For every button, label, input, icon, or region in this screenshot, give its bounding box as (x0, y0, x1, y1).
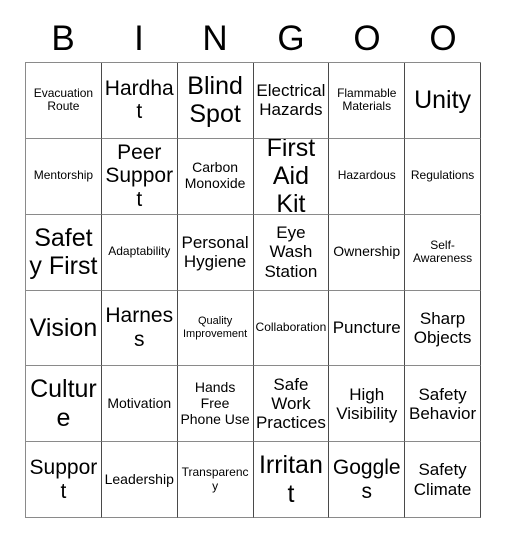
bingo-header-letter-3: G (277, 19, 305, 58)
bingo-cell-label: Quality Improvement (182, 315, 248, 340)
bingo-cell-label: Regulations (410, 168, 475, 183)
bingo-cell-label: Vision (29, 313, 98, 342)
bingo-cell-label: Carbon Monoxide (184, 159, 246, 192)
bingo-cell-r2-c2[interactable]: Personal Hygiene (177, 214, 254, 291)
bingo-cell-r3-c2[interactable]: Quality Improvement (177, 290, 254, 367)
bingo-cell-label: Unity (414, 86, 472, 115)
bingo-cell-label: Safe Work Practices (255, 374, 326, 433)
bingo-cell-r1-c3[interactable]: First Aid Kit (253, 138, 330, 215)
bingo-cell-r3-c0[interactable]: Vision (26, 290, 102, 367)
bingo-cell-label: Sharp Objects (413, 308, 472, 347)
bingo-header-row: BINGOO (25, 14, 481, 58)
bingo-cell-r1-c5[interactable]: Regulations (405, 138, 481, 215)
bingo-cell-label: Ownership (333, 243, 401, 260)
bingo-cell-label: Flammable Materials (337, 85, 397, 114)
bingo-cell-r0-c5[interactable]: Unity (405, 63, 481, 139)
bingo-cell-r5-c4[interactable]: Goggles (329, 442, 406, 518)
bingo-cell-r4-c3[interactable]: Safe Work Practices (253, 366, 330, 443)
bingo-cell-r2-c4[interactable]: Ownership (329, 214, 406, 291)
bingo-cell-r5-c2[interactable]: Transparency (177, 442, 254, 518)
bingo-card: B I N G O O Evacuation Route Hardhat Blind Spot… (0, 0, 506, 544)
bingo-cell-r1-c4[interactable]: Hazardous (329, 138, 406, 215)
bingo-cell-r0-c1[interactable]: Hardhat (101, 63, 178, 139)
bingo-cell-label: Hardhat (104, 76, 174, 124)
bingo-cell-r5-c5[interactable]: Safety Climate (405, 442, 481, 518)
bingo-cell-label: Mentorship (33, 168, 94, 183)
bingo-cell-label: Blind Spot (187, 72, 243, 129)
bingo-cell-label: Electrical Hazards (256, 81, 326, 120)
bingo-cell-r3-c1[interactable]: Harness (101, 290, 178, 367)
bingo-cell-r2-c1[interactable]: Adaptability (101, 214, 178, 291)
bingo-cell-r5-c1[interactable]: Leadership (101, 442, 178, 518)
bingo-cell-label: Transparency (181, 465, 249, 493)
bingo-cell-r3-c4[interactable]: Puncture (329, 290, 406, 367)
bingo-cell-label: High Visibility (336, 384, 398, 423)
bingo-cell-label: Self-Awareness (413, 237, 473, 266)
bingo-cell-label: Adaptability (108, 244, 171, 259)
bingo-cell-label: Irritant (258, 451, 323, 508)
bingo-cell-r1-c1[interactable]: Peer Support (101, 138, 178, 215)
bingo-header-letter-2: N (202, 19, 228, 58)
bingo-cell-label: Eye Wash Station (264, 223, 318, 281)
bingo-cell-label: Support (29, 455, 98, 503)
bingo-cell-label: Culture (30, 375, 97, 432)
bingo-cell-r4-c5[interactable]: Safety Behavior (405, 366, 481, 443)
bingo-cell-r3-c5[interactable]: Sharp Objects (405, 290, 481, 367)
bingo-cell-r4-c0[interactable]: Culture (26, 366, 102, 443)
bingo-cell-label: Leadership (104, 470, 174, 487)
bingo-cell-r0-c0[interactable]: Evacuation Route (26, 63, 102, 139)
bingo-cell-label: Safety First (29, 223, 98, 281)
bingo-grid: Evacuation Route Hardhat Blind Spot Electri… (25, 62, 481, 518)
bingo-header-letter-5: O (429, 19, 457, 58)
bingo-cell-label: Personal Hygiene (181, 232, 249, 272)
bingo-cell-r4-c4[interactable]: High Visibility (329, 366, 406, 443)
bingo-cell-label: Harness (105, 304, 174, 351)
bingo-cell-label: First Aid Kit (266, 138, 316, 215)
bingo-cell-r2-c0[interactable]: Safety First (26, 214, 102, 291)
bingo-cell-label: Hands Free Phone Use (180, 379, 250, 427)
bingo-cell-r0-c3[interactable]: Electrical Hazards (253, 63, 330, 139)
bingo-cell-r4-c1[interactable]: Motivation (101, 366, 178, 443)
bingo-cell-label: Hazardous (337, 168, 396, 183)
bingo-header-letter-0: B (51, 19, 75, 58)
bingo-cell-label: Peer Support (105, 140, 174, 212)
bingo-header-letter-1: I (134, 19, 144, 58)
bingo-cell-r0-c4[interactable]: Flammable Materials (329, 63, 406, 139)
bingo-cell-r0-c2[interactable]: Blind Spot (177, 63, 254, 139)
bingo-cell-label: Safety Climate (413, 460, 472, 499)
bingo-cell-r3-c3[interactable]: Collaboration (253, 290, 330, 367)
bingo-cell-r2-c5[interactable]: Self-Awareness (405, 214, 481, 291)
bingo-cell-r5-c3[interactable]: Irritant (253, 442, 330, 518)
bingo-cell-r2-c3[interactable]: Eye Wash Station (253, 214, 330, 291)
bingo-cell-r4-c2[interactable]: Hands Free Phone Use (177, 366, 254, 443)
bingo-cell-label: Collaboration (255, 320, 327, 335)
bingo-cell-label: Puncture (332, 318, 401, 338)
bingo-cell-label: Goggles (332, 455, 401, 503)
bingo-cell-label: Evacuation Route (33, 85, 94, 114)
bingo-header-letter-4: O (353, 19, 381, 58)
bingo-cell-r1-c2[interactable]: Carbon Monoxide (177, 138, 254, 215)
bingo-cell-r1-c0[interactable]: Mentorship (26, 138, 102, 215)
bingo-cell-label: Safety Behavior (409, 384, 477, 423)
bingo-cell-r5-c0[interactable]: Support (26, 442, 102, 518)
bingo-cell-label: Motivation (107, 394, 172, 411)
